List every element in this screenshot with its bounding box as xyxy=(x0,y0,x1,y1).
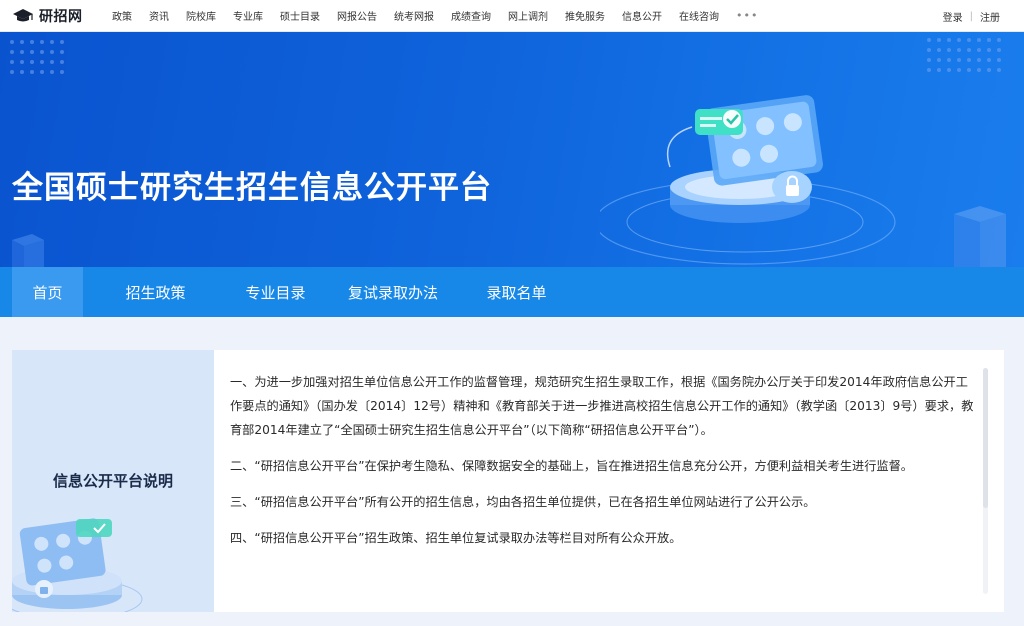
nav-item-info-disclosure[interactable]: 信息公开 xyxy=(622,8,662,23)
info-paragraph-3: 三、“研招信息公开平台”所有公开的招生信息，均由各招生单位提供，已在各招生单位网… xyxy=(230,495,816,509)
info-paragraph-1: 一、为进一步加强对招生单位信息公开工作的监督管理，规范研究生招生录取工作，根据《… xyxy=(230,375,974,437)
banner-cube-left xyxy=(12,234,44,267)
nav-item-schools[interactable]: 院校库 xyxy=(186,8,216,23)
tab-major-catalog[interactable]: 专业目录 xyxy=(228,267,323,317)
tab-retest-admission-rules[interactable]: 复试录取办法 xyxy=(323,267,463,317)
page-title: 全国硕士研究生招生信息公开平台 xyxy=(12,170,492,206)
info-paragraph-4: 四、“研招信息公开平台”招生政策、招生单位复试录取办法等栏目对所有公众开放。 xyxy=(230,531,682,545)
lock-icon xyxy=(772,171,812,203)
check-icon xyxy=(695,109,743,135)
banner-dot-pattern-left xyxy=(10,40,64,74)
auth-separator: | xyxy=(969,10,973,22)
section-tabs: 首页 招生政策 专业目录 复试录取办法 录取名单 xyxy=(0,267,1024,317)
side-profile-card-illustration xyxy=(12,518,143,612)
secure-profile-card-illustration xyxy=(600,95,896,265)
banner-cube-right xyxy=(954,206,1006,267)
nav-item-policy[interactable]: 政策 xyxy=(112,8,132,23)
nav-item-online-consult[interactable]: 在线咨询 xyxy=(679,8,719,23)
info-paragraph-2: 二、“研招信息公开平台”在保护考生隐私、保障数据安全的基础上，旨在推进招生信息充… xyxy=(230,459,913,473)
nav-item-majors[interactable]: 专业库 xyxy=(233,8,263,23)
tab-admission-list[interactable]: 录取名单 xyxy=(463,267,570,317)
tab-admission-policy[interactable]: 招生政策 xyxy=(83,267,228,317)
info-text-area: 一、为进一步加强对招生单位信息公开工作的监督管理，规范研究生招生录取工作，根据《… xyxy=(214,350,1004,612)
nav-item-online-adjustment[interactable]: 网上调剂 xyxy=(508,8,548,23)
login-link[interactable]: 登录 xyxy=(943,9,963,24)
nav-item-score-query[interactable]: 成绩查询 xyxy=(451,8,491,23)
site-logo[interactable]: 研招网 xyxy=(12,6,112,26)
top-nav: 政策 资讯 院校库 专业库 硕士目录 网报公告 统考网报 成绩查询 网上调剂 推… xyxy=(112,8,758,23)
info-side-panel: 信息公开平台说明 xyxy=(12,350,214,612)
tab-home[interactable]: 首页 xyxy=(12,267,83,317)
more-menu-icon[interactable]: ••• xyxy=(736,9,758,22)
info-scrollbar[interactable] xyxy=(983,368,988,594)
top-bar: 研招网 政策 资讯 院校库 专业库 硕士目录 网报公告 统考网报 成绩查询 网上… xyxy=(0,0,1024,32)
nav-item-recommendation[interactable]: 推免服务 xyxy=(565,8,605,23)
nav-item-master-catalog[interactable]: 硕士目录 xyxy=(280,8,320,23)
hero-banner: 全国硕士研究生招生信息公开平台 xyxy=(0,32,1024,267)
nav-item-news[interactable]: 资讯 xyxy=(149,8,169,23)
auth-links: 登录 | 注册 xyxy=(943,0,1000,32)
info-scrollbar-thumb[interactable] xyxy=(983,368,988,508)
graduation-cap-icon xyxy=(13,8,33,21)
nav-item-exam-registration[interactable]: 统考网报 xyxy=(394,8,434,23)
logo-text: 研招网 xyxy=(39,8,83,25)
banner-dot-pattern-right xyxy=(927,38,1001,72)
nav-item-registration-notice[interactable]: 网报公告 xyxy=(337,8,377,23)
info-panel-title: 信息公开平台说明 xyxy=(52,472,173,490)
register-link[interactable]: 注册 xyxy=(980,9,1000,24)
info-panel: 信息公开平台说明 一、为进一步加强对招生单位信息公开工作的监督管理，规范研究生招… xyxy=(12,350,1004,612)
